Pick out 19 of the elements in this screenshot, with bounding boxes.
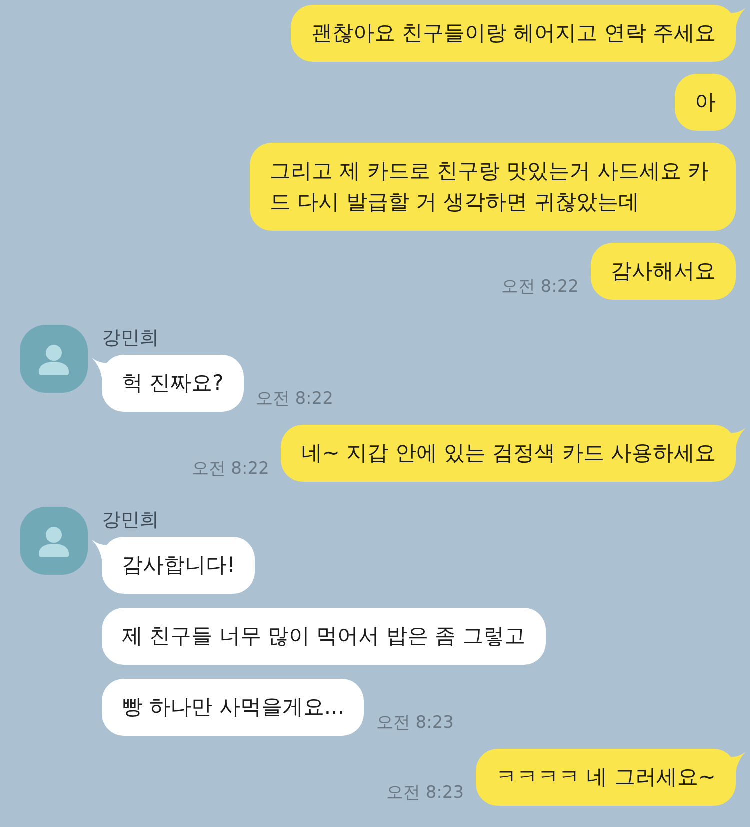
message-bubble: 괜찮아요 친구들이랑 헤어지고 연락 주세요 — [291, 5, 746, 62]
message-bubble: 감사합니다! — [92, 537, 256, 594]
message-bubble: 네~ 지갑 안에 있는 검정색 카드 사용하세요 — [281, 425, 746, 482]
message-bubble: 아 — [675, 74, 736, 131]
message-bubble: 헉 진짜요? — [92, 355, 244, 412]
message-bubble: 빵 하나만 사먹을게요... — [102, 679, 364, 736]
person-avatar-icon[interactable] — [20, 507, 88, 575]
message-time: 오전 8:22 — [256, 389, 334, 411]
message-time: 오전 8:23 — [376, 713, 454, 735]
message-bubble: 그리고 제 카드로 친구랑 맛있는거 사드세요 카드 다시 발급할 거 생각하면 귀찮았는데 — [250, 143, 736, 231]
message-bubble: 제 친구들 너무 많이 먹어서 밥은 좀 그렇고 — [102, 608, 546, 665]
message-time: 오전 8:23 — [386, 783, 464, 805]
message-bubble: 감사해서요 — [591, 243, 736, 300]
message-bubble: ㅋㅋㅋㅋ 네 그러세요~ — [476, 749, 746, 806]
sender-name: 강민희 — [102, 508, 159, 533]
sender-name: 강민희 — [102, 326, 159, 351]
message-time: 오전 8:22 — [192, 459, 270, 481]
message-time: 오전 8:22 — [501, 277, 579, 299]
person-avatar-icon[interactable] — [20, 325, 88, 393]
